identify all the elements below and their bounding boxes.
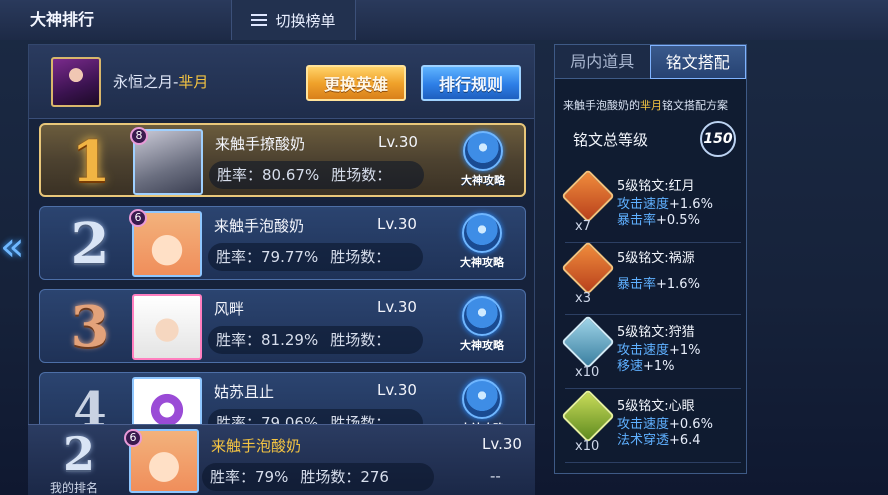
level-badge: 6 [124, 429, 142, 447]
rune-plan-owner: 来触手泡酸奶的 [563, 99, 640, 112]
level-badge: 8 [130, 127, 148, 145]
guide-button[interactable]: 大神攻略 [446, 213, 518, 275]
guide-button[interactable]: 大神攻略 [447, 131, 519, 193]
rank-row[interactable]: 1 8 来触手撩酸奶 Lv.30 胜率：80.67%胜场数：192 大神攻略 [39, 123, 526, 197]
level-badge: 6 [129, 209, 147, 227]
switch-list-button[interactable]: 切换榜单 [231, 0, 356, 40]
avatar[interactable] [132, 294, 202, 360]
rune-entry: x10 5级铭文:心眼 攻击速度+0.6% 法术穿透+6.4 [561, 389, 741, 463]
rune-panel-tabs: 局内道具 铭文搭配 [555, 45, 746, 79]
win-rate: 胜率：80.67% [217, 166, 320, 184]
rune-stat-value: +1.6% [656, 277, 700, 292]
guide-icon [462, 379, 502, 419]
win-rate: 胜率：79.77% [216, 248, 319, 266]
stats-bar: 胜率：79.77%胜场数：276 [208, 243, 423, 279]
rank-number: 1 [71, 129, 111, 195]
stats-bar: 胜率：79% 胜场数：276 [202, 463, 434, 491]
hero-row: 永恒之月-芈月 更换英雄 排行规则 [29, 45, 534, 119]
rune-name: 5级铭文:狩猎 [617, 325, 695, 340]
rune-stat-key: 法术穿透 [617, 433, 670, 448]
switch-list-label: 切换榜单 [275, 11, 336, 30]
guide-label: 大神攻略 [460, 339, 504, 352]
rune-stat-key: 暴击率 [617, 213, 657, 228]
hero-avatar[interactable] [51, 57, 101, 107]
rune-plan-hero: 芈月 [640, 99, 662, 112]
player-name: 来触手泡酸奶 [214, 217, 305, 235]
rank-number: 2 [70, 211, 110, 277]
top-bar: 大神排行 切换榜单 [0, 0, 888, 40]
rank-row[interactable]: 2 6 来触手泡酸奶 Lv.30 胜率：79.77%胜场数：276 大神攻略 [39, 206, 526, 280]
rune-stat: 法术穿透+6.4 [617, 429, 701, 448]
player-name: 姑苏且止 [214, 383, 275, 401]
player-level: Lv.30 [482, 435, 522, 453]
rune-total-badge: 150 [700, 121, 736, 157]
rune-name: 5级铭文:祸源 [617, 251, 695, 266]
player-level: Lv.30 [377, 215, 417, 233]
rune-icon [561, 241, 615, 295]
player-name: 风畔 [214, 300, 245, 318]
win-rate: 胜率：79% [210, 468, 289, 486]
player-name: 来触手撩酸奶 [215, 135, 306, 153]
player-name: 来触手泡酸奶 [211, 437, 302, 455]
guide-button[interactable]: 大神攻略 [446, 296, 518, 358]
guide-label: 大神攻略 [460, 256, 504, 269]
guide-label: 大神攻略 [461, 174, 505, 187]
rune-entry: x10 5级铭文:狩猎 攻击速度+1% 移速+1% [561, 315, 741, 389]
my-rank-bar: 2 我的排名 6 来触手泡酸奶 Lv.30 胜率：79% 胜场数：276 -- [28, 424, 535, 495]
rune-stat: 暴击率+1.6% [617, 273, 700, 292]
my-rank-number: 2 [62, 427, 95, 481]
player-level: Lv.30 [377, 298, 417, 316]
guide-icon [462, 213, 502, 253]
chevron-left-icon[interactable]: « [0, 222, 24, 272]
hero-name-highlight: 芈月 [178, 73, 209, 91]
rune-stat: 移速+1% [617, 355, 675, 374]
my-rank-label: 我的排名 [50, 481, 99, 495]
rune-count: x10 [575, 365, 600, 380]
rune-plan-title: 来触手泡酸奶的芈月铭文搭配方案 [563, 97, 728, 113]
rune-plan-suffix: 铭文搭配方案 [662, 99, 728, 112]
guide-icon [462, 296, 502, 336]
rune-stat-value: +6.4 [669, 433, 701, 448]
rune-stat-value: +0.5% [656, 213, 700, 228]
rune-name: 5级铭文:红月 [617, 179, 695, 194]
rune-stat-key: 暴击率 [617, 277, 657, 292]
rune-total-label: 铭文总等级 [573, 131, 649, 149]
rune-stat-key: 移速 [617, 359, 644, 374]
tab-items[interactable]: 局内道具 [555, 45, 650, 79]
rune-count: x10 [575, 439, 600, 454]
change-hero-button[interactable]: 更换英雄 [306, 65, 406, 101]
page-title: 大神排行 [30, 10, 95, 29]
stats-bar: 胜率：81.29%胜场数：113 [208, 326, 423, 362]
rune-entry: x3 5级铭文:祸源 暴击率+1.6% [561, 241, 741, 315]
rune-panel: 局内道具 铭文搭配 来触手泡酸奶的芈月铭文搭配方案 铭文总等级 150 x7 5… [554, 44, 747, 474]
rank-number: 3 [70, 294, 110, 360]
rune-icon [561, 315, 615, 369]
rune-count: x3 [575, 291, 591, 306]
win-count: 胜场数：276 [300, 468, 389, 486]
tab-runes[interactable]: 铭文搭配 [649, 45, 746, 79]
rune-icon [561, 169, 615, 223]
hero-name-prefix: 永恒之月- [113, 73, 179, 91]
player-level: Lv.30 [378, 133, 418, 151]
stats-bar: 胜率：80.67%胜场数：192 [209, 161, 424, 195]
win-rate: 胜率：81.29% [216, 331, 319, 349]
rune-count: x7 [575, 219, 591, 234]
guide-icon [463, 131, 503, 171]
rune-name: 5级铭文:心眼 [617, 399, 695, 414]
player-level: Lv.30 [377, 381, 417, 399]
hero-name: 永恒之月-芈月 [113, 45, 208, 119]
rune-entry: x7 5级铭文:红月 攻击速度+1.6% 暴击率+0.5% [561, 169, 741, 243]
rank-row[interactable]: 3 风畔 Lv.30 胜率：81.29%胜场数：113 大神攻略 [39, 289, 526, 363]
rune-icon [561, 389, 615, 443]
my-rank-extra: -- [490, 467, 501, 485]
rune-stat: 暴击率+0.5% [617, 209, 700, 228]
rune-stat-value: +1% [643, 359, 675, 374]
list-icon [251, 13, 268, 27]
ranking-rules-button[interactable]: 排行规则 [421, 65, 521, 101]
